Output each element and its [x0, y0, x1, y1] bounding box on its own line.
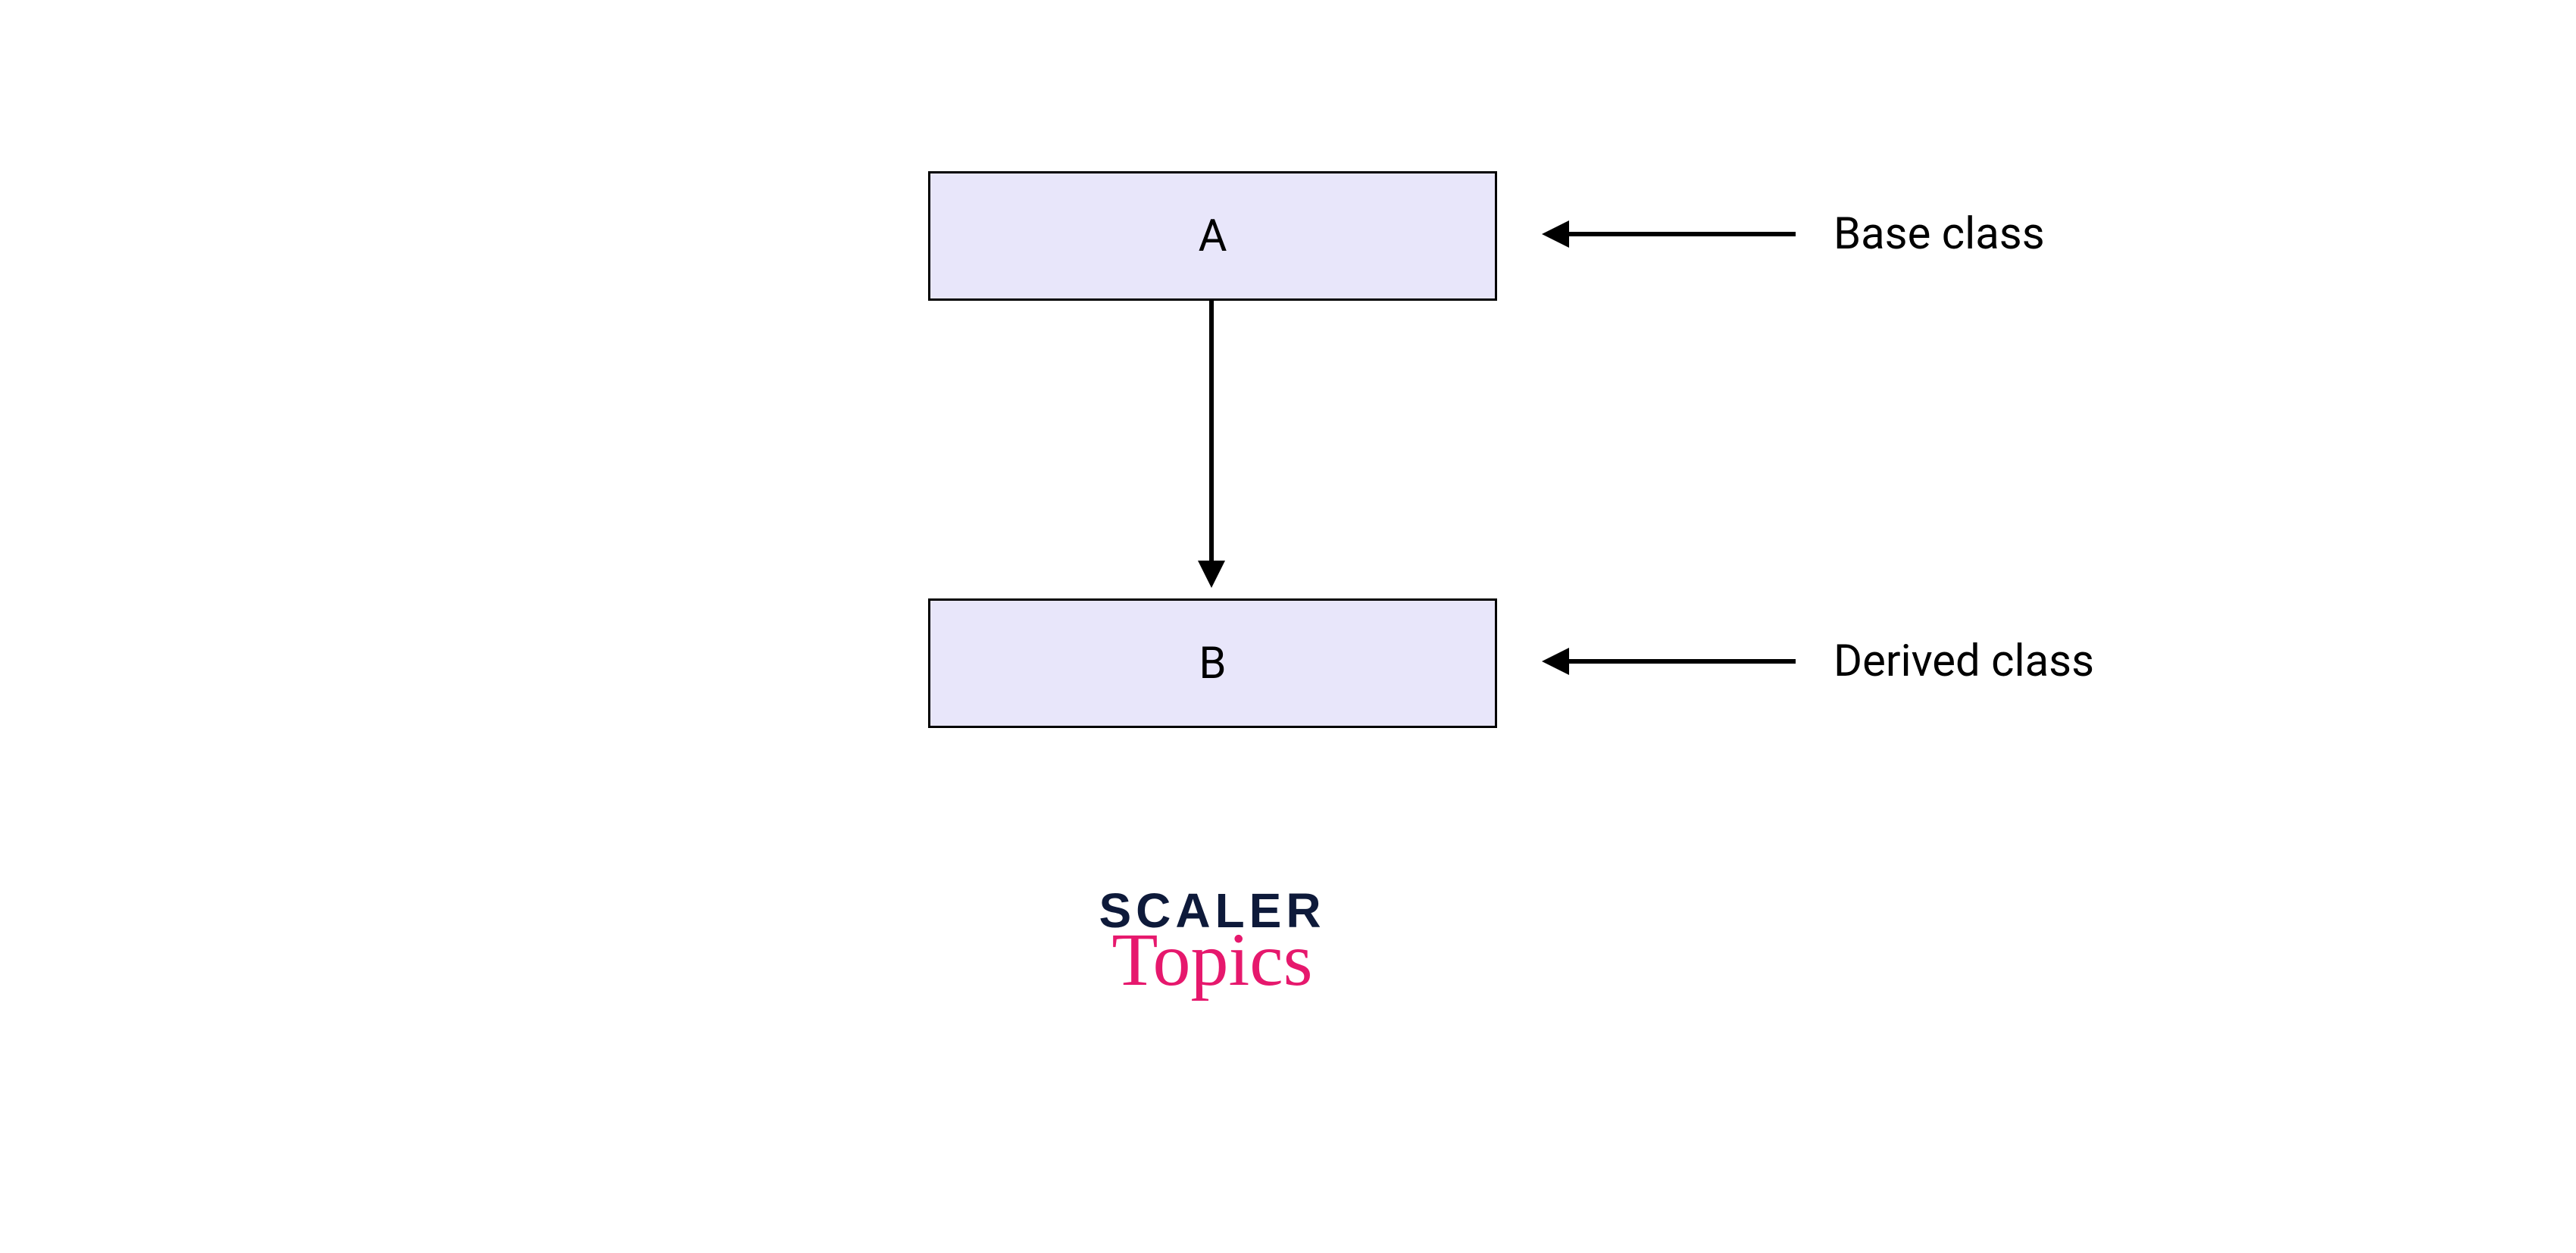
arrow-a-to-b-line [1209, 298, 1214, 564]
box-b: B [928, 598, 1497, 728]
arrow-base-head-icon [1542, 220, 1569, 248]
scaler-topics-logo: SCALER Topics [1076, 886, 1349, 992]
arrow-derived-line [1568, 659, 1796, 664]
box-a: A [928, 171, 1497, 301]
logo-line2: Topics [1076, 927, 1349, 992]
label-derived-class: Derived class [1834, 636, 2094, 687]
arrow-a-to-b-head-icon [1198, 561, 1225, 588]
box-b-label: B [1199, 638, 1226, 689]
label-base-class: Base class [1834, 208, 2045, 260]
box-a-label: A [1199, 211, 1227, 262]
arrow-derived-head-icon [1542, 648, 1569, 675]
arrow-base-line [1568, 232, 1796, 236]
